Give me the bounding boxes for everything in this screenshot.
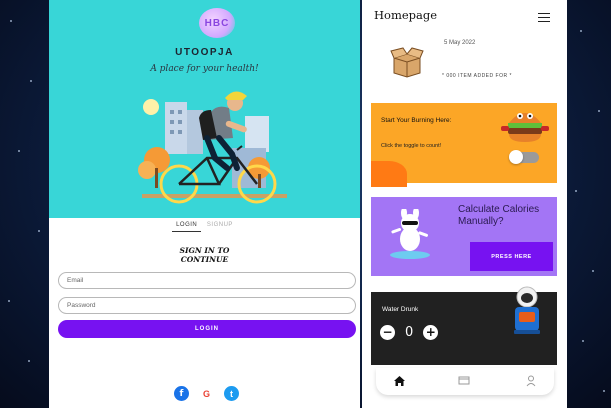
burning-card-subtitle: Click the toggle to count! bbox=[381, 143, 442, 149]
decorative-blob bbox=[371, 161, 407, 187]
tab-login[interactable]: LOGIN bbox=[172, 222, 202, 232]
app-tagline: A place for your health! bbox=[150, 64, 259, 74]
toggle-knob bbox=[509, 150, 523, 164]
date-label: 5 May 2022 bbox=[444, 40, 476, 46]
profile-icon[interactable] bbox=[526, 375, 536, 387]
calories-card: Calculate Calories Manually? PRESS HERE bbox=[371, 197, 557, 276]
calculate-calories-button[interactable]: PRESS HERE bbox=[470, 242, 553, 271]
water-counter: − 0 + bbox=[380, 325, 439, 340]
water-count-value: 0 bbox=[405, 325, 414, 340]
empty-box-icon bbox=[390, 47, 424, 78]
page-title: Homepage bbox=[374, 8, 438, 22]
water-card: Water Drunk − 0 + bbox=[371, 286, 557, 365]
app-logo: HBC bbox=[199, 8, 235, 38]
sign-in-heading-line1: SIGN IN TO bbox=[179, 246, 230, 255]
empty-caption: * 000 ITEM ADDED FOR * bbox=[442, 73, 512, 79]
facebook-icon[interactable]: f bbox=[174, 386, 189, 401]
calories-card-title-line2: Manually? bbox=[458, 216, 504, 227]
twitter-icon[interactable]: t bbox=[224, 386, 239, 401]
bunny-mascot-icon bbox=[390, 209, 430, 259]
sign-in-heading: SIGN IN TO CONTINUE bbox=[49, 246, 360, 264]
password-field[interactable] bbox=[58, 297, 356, 314]
login-button[interactable]: LOGIN bbox=[58, 320, 356, 338]
burning-card-title: Start Your Burning Here: bbox=[381, 117, 452, 124]
sign-in-heading-line2: CONTINUE bbox=[180, 255, 229, 264]
home-screen: Homepage 5 May 2022 * 000 ITEM ADDED FOR… bbox=[362, 0, 567, 408]
bottom-navigation bbox=[376, 368, 554, 395]
burger-mascot-icon bbox=[501, 113, 549, 142]
social-login-row: f G t bbox=[174, 386, 239, 401]
hamburger-menu-icon[interactable] bbox=[538, 13, 550, 23]
increment-button[interactable]: + bbox=[423, 325, 439, 340]
astronaut-drink-icon bbox=[514, 286, 540, 334]
home-icon[interactable] bbox=[393, 375, 406, 387]
email-field[interactable] bbox=[58, 272, 356, 289]
tab-signup[interactable]: SIGNUP bbox=[203, 222, 237, 231]
login-screen: HBC UTOOPJA A place for your health! LOG… bbox=[49, 0, 360, 408]
calories-card-title-line1: Calculate Calories bbox=[458, 204, 540, 215]
calories-card-title: Calculate Calories Manually? bbox=[458, 204, 539, 228]
app-name: UTOOPJA bbox=[175, 47, 234, 58]
login-hero: HBC UTOOPJA A place for your health! bbox=[49, 0, 360, 218]
cyclist-illustration bbox=[138, 91, 287, 204]
decrement-button[interactable]: − bbox=[380, 325, 395, 340]
google-icon[interactable]: G bbox=[199, 386, 214, 401]
burning-card: Start Your Burning Here: Click the toggl… bbox=[371, 103, 557, 187]
water-card-title: Water Drunk bbox=[382, 306, 419, 313]
burning-toggle[interactable] bbox=[509, 150, 539, 164]
auth-tabs: LOGIN SIGNUP bbox=[49, 222, 360, 232]
card-icon[interactable] bbox=[458, 375, 470, 385]
